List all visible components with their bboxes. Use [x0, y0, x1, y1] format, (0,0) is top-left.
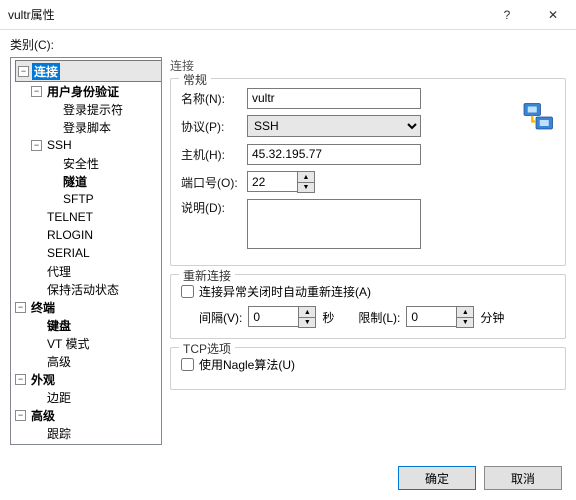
tree-item-login-script[interactable]: 登录脚本 [47, 118, 159, 136]
tree-item-login-prompt[interactable]: 登录提示符 [47, 100, 159, 118]
tree-item-telnet[interactable]: TELNET [31, 208, 159, 226]
help-icon: ? [504, 8, 511, 22]
group-reconnect: 重新连接 连接异常关闭时自动重新连接(A) 间隔(V): ▲▼ 秒 限制(L): [170, 274, 566, 339]
label-host: 主机(H): [181, 146, 247, 163]
tree-item-terminal[interactable]: −终端 [15, 298, 159, 316]
tree-item-serial[interactable]: SERIAL [31, 244, 159, 262]
tree-item-appearance[interactable]: −外观 [15, 370, 159, 388]
spin-down-icon[interactable]: ▼ [299, 317, 315, 327]
category-tree[interactable]: −连接 −用户身份验证 登录提示符 登录脚本 −SSH 安 [10, 57, 162, 445]
group-legend-tcp: TCP选项 [179, 340, 235, 357]
label-name: 名称(N): [181, 90, 247, 107]
interval-input[interactable] [248, 306, 298, 327]
group-general: 常规 名称(N): 协议(P): SSH 主机(H): 端口号(O): [170, 78, 566, 266]
interval-spinner[interactable]: ▲▼ [248, 306, 316, 328]
tree-item-term-advanced[interactable]: 高级 [31, 352, 159, 370]
group-tcp: TCP选项 使用Nagle算法(U) [170, 347, 566, 390]
desc-textarea[interactable] [247, 199, 421, 249]
label-interval: 间隔(V): [199, 309, 242, 326]
collapse-icon[interactable]: − [31, 140, 42, 151]
close-button[interactable]: ✕ [530, 0, 576, 30]
close-icon: ✕ [548, 8, 558, 22]
spin-up-icon[interactable]: ▲ [298, 172, 314, 182]
collapse-icon[interactable]: − [18, 66, 29, 77]
tree-item-auth[interactable]: −用户身份验证 [31, 82, 159, 100]
tree-item-sftp[interactable]: SFTP [47, 190, 159, 208]
minutes-label: 分钟 [480, 309, 504, 326]
section-title: 连接 [170, 57, 566, 74]
host-input[interactable] [247, 144, 421, 165]
limit-input[interactable] [406, 306, 456, 327]
tree-item-logging[interactable]: 日志记录 [31, 442, 159, 445]
tree-item-keepalive[interactable]: 保持活动状态 [31, 280, 159, 298]
port-input[interactable] [247, 171, 297, 192]
tree-item-connection[interactable]: −连接 [15, 60, 162, 82]
help-button[interactable]: ? [484, 0, 530, 30]
spin-down-icon[interactable]: ▼ [298, 182, 314, 192]
ok-button[interactable]: 确定 [398, 466, 476, 490]
name-input[interactable] [247, 88, 421, 109]
tree-item-proxy[interactable]: 代理 [31, 262, 159, 280]
tree-item-advanced[interactable]: −高级 [15, 406, 159, 424]
window-title: vultr属性 [8, 6, 484, 23]
tree-item-trace[interactable]: 跟踪 [31, 424, 159, 442]
tree-item-security[interactable]: 安全性 [47, 154, 159, 172]
titlebar: vultr属性 ? ✕ [0, 0, 576, 30]
port-spinner[interactable]: ▲▼ [247, 171, 315, 193]
label-desc: 说明(D): [181, 199, 247, 216]
cancel-button[interactable]: 取消 [484, 466, 562, 490]
protocol-select[interactable]: SSH [247, 115, 421, 137]
tree-item-margins[interactable]: 边距 [31, 388, 159, 406]
limit-spinner[interactable]: ▲▼ [406, 306, 474, 328]
spin-down-icon[interactable]: ▼ [457, 317, 473, 327]
label-protocol: 协议(P): [181, 118, 247, 135]
auto-reconnect-label: 连接异常关闭时自动重新连接(A) [199, 283, 371, 300]
tree-item-tunnel[interactable]: 隧道 [47, 172, 159, 190]
collapse-icon[interactable]: − [15, 410, 26, 421]
group-legend-general: 常规 [179, 71, 211, 88]
spin-up-icon[interactable]: ▲ [299, 307, 315, 317]
group-legend-reconnect: 重新连接 [179, 267, 235, 284]
tree-item-vtmode[interactable]: VT 模式 [31, 334, 159, 352]
collapse-icon[interactable]: − [31, 86, 42, 97]
spin-up-icon[interactable]: ▲ [457, 307, 473, 317]
label-limit: 限制(L): [358, 309, 400, 326]
network-icon [521, 99, 557, 135]
seconds-label: 秒 [322, 309, 334, 326]
category-label: 类别(C): [10, 36, 566, 53]
tree-item-ssh[interactable]: −SSH [31, 136, 159, 154]
tree-item-rlogin[interactable]: RLOGIN [31, 226, 159, 244]
collapse-icon[interactable]: − [15, 374, 26, 385]
auto-reconnect-checkbox[interactable] [181, 285, 194, 298]
label-port: 端口号(O): [181, 174, 247, 191]
nagle-checkbox[interactable] [181, 358, 194, 371]
nagle-label: 使用Nagle算法(U) [199, 356, 295, 373]
tree-item-keyboard[interactable]: 键盘 [31, 316, 159, 334]
collapse-icon[interactable]: − [15, 302, 26, 313]
